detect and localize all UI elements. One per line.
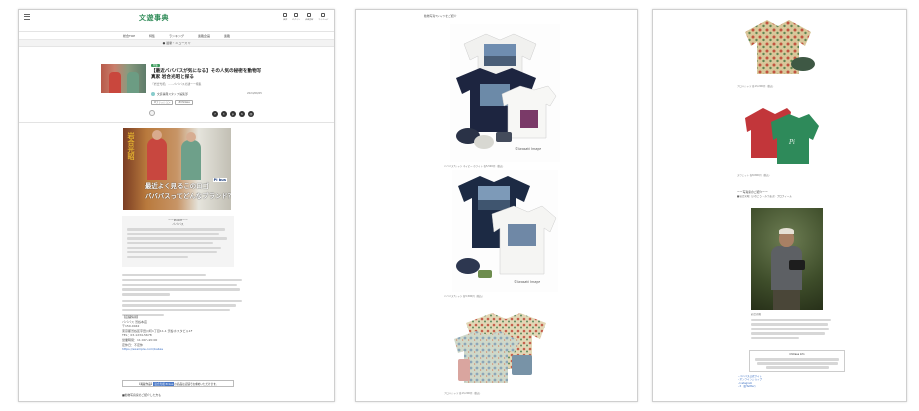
photo-caption: アロハシャツ 各13,200円（税込） [444,392,482,395]
photo-caption: バババスTシャツ 各5,500円（税込） [444,295,485,298]
summary-text-lines [127,228,229,259]
hero-caption-line1: 最近よく見るこのロゴ [145,182,209,190]
tag-chip[interactable]: #ファッション [151,100,174,106]
sweatshirts-photo: Pi [745,108,819,164]
category-tag[interactable]: 特集 [151,64,160,68]
section-caption: 動物写真Tシャツをご紹介 [424,14,457,18]
brand-logo-mark: Pi bus [212,178,227,182]
store-line: 東京都渋谷区宇田川町1丁目11-1 渋谷ホスタビル1F [122,328,193,333]
photo-caption: アロハシャツ 各13,200円（税込） [737,85,775,88]
profile-text [751,319,831,339]
bookmark-icon[interactable] [149,110,155,116]
author-name: 文遊事典スタッフ編集部 [157,92,188,96]
hatena-icon[interactable]: h [239,111,245,117]
site-logo[interactable]: 文遊事典 [139,13,169,23]
nav-item-top[interactable]: 総合TOP [123,34,135,38]
aloha-shirt-photo [745,20,815,74]
portrait-caption: 岩合光昭 [751,313,762,316]
notice-highlight-link[interactable]: 岩合光昭 Pi bus [153,381,175,386]
store-line: 定休日：不定休 [122,342,144,347]
profile-heading: ■岩合光昭（いわごう・みつあき）プロフィール [737,195,792,198]
section-title: ーー写真家のご紹介ーー [737,190,768,194]
store-line: TEL：03-1234-5678 [122,333,152,338]
nav-item-series[interactable]: 連載企画 [198,34,210,38]
notice-box: 【掲載作品】 岩合光昭 Pi bus の商品は店舗でお求めいただけます。 [122,380,234,387]
info-box-title: Chillasa Info [789,353,805,356]
store-line: バババス 渋谷本店 [122,319,147,324]
related-link[interactable]: ・X（旧Twitter） [737,385,762,388]
summary-subtitle: バババス [172,221,184,226]
article-subtitle: 「岩合光昭」……バババスの謎ーー特集 [151,82,202,86]
header-icons: 検索 ログイン 会員登録 マイページ [282,13,328,21]
photo-caption: スウェット 各8,800円（税込） [737,174,771,177]
related-links: ・バババス公式サイト ・オンラインショップ ・Instagram ・X（旧Twi… [737,375,762,389]
mypage-icon[interactable]: マイページ [318,13,328,21]
store-line: 〒150-0042 [122,324,140,329]
share-buttons: f t p h @ [212,111,254,117]
person-left-figure [147,130,167,180]
breadcrumb[interactable]: ● 最新・ニュース ▽ [19,40,334,47]
search-icon[interactable]: 検索 [282,13,287,21]
nav-item-feature[interactable]: 特集 [149,34,155,38]
hero-vertical-text: 岩合光昭 [127,132,135,160]
notice-suffix: の商品は店舗でお求めいただけます。 [174,382,219,386]
photo-credit: ©Iwasaki Image [514,280,541,284]
nav-item-column[interactable]: 連載 [224,34,230,38]
store-link[interactable]: https://example.com/babas [122,347,240,351]
article-header: 特集 【最近バババスが気になる】その人気の秘密を動物写真家 岩合光昭と探る 「岩… [19,47,334,123]
publish-date: 2024/06/05 [247,92,262,95]
notice-prefix: 【掲載作品】 [137,382,154,386]
twitter-icon[interactable]: t [221,111,227,117]
footnote: ■動物写真家のご紹介した方も [122,393,162,397]
pinterest-icon[interactable]: p [230,111,236,117]
hero-image: 岩合光昭 Pi bus 最近よく見るこのロゴ バババスってどんなブランド？ [123,128,231,210]
author-line[interactable]: 文遊事典スタッフ編集部 [151,92,188,96]
store-header: 【店舗情報】 [122,315,141,319]
main-nav: 総合TOP 特集 ランキング 連載企画 連載 [19,32,334,40]
nav-item-ranking[interactable]: ランキング [169,34,184,38]
author-avatar [151,92,155,96]
article-thumbnail[interactable] [101,64,146,93]
aloha-shirts-photo [454,313,546,383]
tshirt-pair-photo [452,170,558,292]
hero-caption-line2: バババスってどんなブランド？ [145,192,231,200]
photo-caption: バババスTシャツ ネイビー ホワイト 各5,500円（税込） [444,165,505,168]
tshirt-stack-photo [450,24,560,162]
photo-credit: ©Iwasaki Image [515,147,542,151]
mail-icon[interactable]: @ [248,111,254,117]
article-page-1: 文遊事典 検索 ログイン 会員登録 マイページ 総合TOP 特集 ランキング 連… [18,9,335,402]
tag-chip[interactable]: #Chillasa [175,100,193,106]
article-summary-box: ーーPOINTーー バババス [122,216,234,267]
article-page-2: 動物写真Tシャツをご紹介 ©Iwasaki Image バババスTシャツ ネイビ… [355,9,638,402]
login-icon[interactable]: ログイン [292,13,300,21]
svg-text:Pi: Pi [788,139,795,146]
article-body-text [122,274,242,319]
register-icon[interactable]: 会員登録 [305,13,313,21]
hamburger-menu-icon[interactable] [24,14,30,20]
store-line: 営業時間：11:00〜20:00 [122,337,158,342]
store-info: 【店舗情報】 バババス 渋谷本店 〒150-0042 東京都渋谷区宇田川町1丁目… [122,315,240,352]
article-title: 【最近バババスが気になる】その人気の秘密を動物写真家 岩合光昭と探る [151,69,262,80]
info-box: Chillasa Info [749,350,845,372]
tag-chips: #ファッション #Chillasa [151,100,193,106]
facebook-icon[interactable]: f [212,111,218,117]
camera-icon [789,260,805,270]
article-page-3: アロハシャツ 各13,200円（税込） Pi スウェット 各8,800円（税込）… [652,9,907,402]
photographer-portrait [751,208,823,310]
person-right-figure [181,132,201,180]
site-header: 文遊事典 検索 ログイン 会員登録 マイページ [19,10,334,32]
